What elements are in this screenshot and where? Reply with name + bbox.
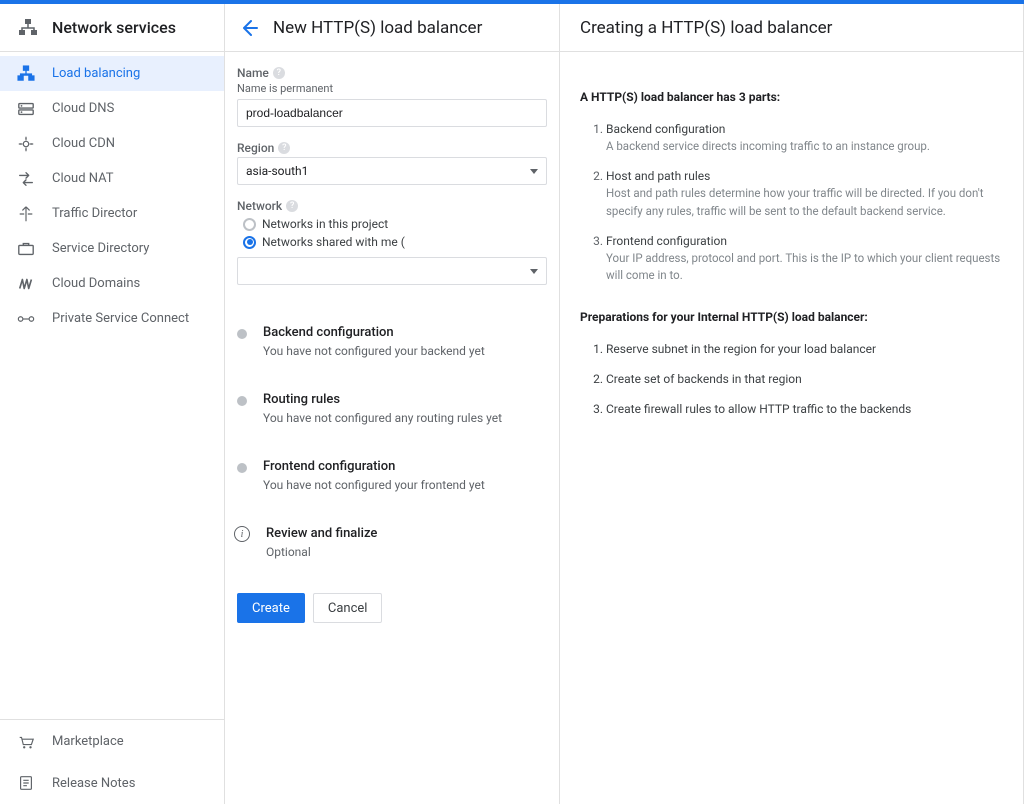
network-services-icon — [18, 18, 38, 38]
step-subtitle: Optional — [266, 545, 377, 559]
release-notes-icon — [16, 773, 36, 793]
name-input[interactable] — [237, 99, 547, 127]
psc-icon — [16, 309, 36, 329]
cancel-button[interactable]: Cancel — [313, 593, 383, 623]
sidebar-item-label: Private Service Connect — [52, 311, 189, 326]
sidebar-item-cloud-cdn[interactable]: Cloud CDN — [0, 126, 224, 161]
main-panel: New HTTP(S) load balancer Name ? Name is… — [225, 4, 560, 804]
sidebar-item-label: Cloud Domains — [52, 276, 140, 291]
load-balancer-icon — [16, 64, 36, 84]
sidebar-nav: Load balancing Cloud DNS Cloud CDN Cloud… — [0, 52, 224, 719]
radio-icon — [243, 218, 256, 231]
create-button[interactable]: Create — [237, 593, 305, 623]
step-title: Frontend configuration — [263, 459, 485, 474]
back-button[interactable] — [237, 16, 261, 40]
sidebar-item-label: Traffic Director — [52, 206, 137, 221]
radio-label: Networks in this project — [262, 217, 388, 231]
info-heading: A HTTP(S) load balancer has 3 parts: — [580, 88, 1003, 106]
network-field-group: Network ? Networks in this project Netwo… — [237, 199, 547, 285]
nat-icon — [16, 169, 36, 189]
step-review[interactable]: i Review and finalize Optional — [237, 526, 547, 559]
sidebar-item-cloud-domains[interactable]: Cloud Domains — [0, 266, 224, 301]
info-body: A HTTP(S) load balancer has 3 parts: Bac… — [560, 52, 1023, 466]
name-sublabel: Name is permanent — [237, 82, 547, 95]
step-subtitle: You have not configured your backend yet — [263, 344, 485, 358]
info-title: Creating a HTTP(S) load balancer — [580, 18, 832, 38]
sidebar-item-label: Cloud DNS — [52, 101, 114, 116]
name-field-group: Name ? Name is permanent — [237, 66, 547, 127]
info-part: Backend configuration A backend service … — [606, 120, 1003, 155]
help-icon[interactable]: ? — [273, 67, 285, 79]
config-steps: Backend configuration You have not confi… — [237, 325, 547, 559]
sidebar-item-load-balancing[interactable]: Load balancing — [0, 56, 224, 91]
step-indicator-icon — [237, 329, 247, 339]
step-title: Routing rules — [263, 392, 502, 407]
info-part: Frontend configuration Your IP address, … — [606, 232, 1003, 285]
radio-icon — [243, 236, 256, 249]
form-body: Name ? Name is permanent Region ? asia-s… — [225, 52, 559, 804]
marketplace-icon — [16, 731, 36, 751]
sidebar-item-label: Service Directory — [52, 241, 149, 256]
name-label: Name ? — [237, 66, 547, 80]
region-value: asia-south1 — [246, 164, 308, 178]
step-indicator-icon — [237, 463, 247, 473]
radio-label: Networks shared with me ( — [262, 235, 405, 249]
step-routing[interactable]: Routing rules You have not configured an… — [237, 392, 547, 425]
info-parts-list: Backend configuration A backend service … — [580, 120, 1003, 284]
sidebar: Network services Load balancing Cloud DN… — [0, 4, 225, 804]
help-icon[interactable]: ? — [286, 200, 298, 212]
sidebar-item-private-service-connect[interactable]: Private Service Connect — [0, 301, 224, 336]
traffic-icon — [16, 204, 36, 224]
network-radio-shared[interactable]: Networks shared with me ( — [237, 233, 547, 251]
sidebar-item-label: Load balancing — [52, 66, 140, 81]
step-subtitle: You have not configured any routing rule… — [263, 411, 502, 425]
info-part: Host and path rules Host and path rules … — [606, 167, 1003, 220]
step-indicator-icon — [237, 396, 247, 406]
prep-item: Reserve subnet in the region for your lo… — [606, 340, 1003, 358]
step-backend[interactable]: Backend configuration You have not confi… — [237, 325, 547, 358]
info-panel: Creating a HTTP(S) load balancer A HTTP(… — [560, 4, 1024, 804]
sidebar-item-traffic-director[interactable]: Traffic Director — [0, 196, 224, 231]
sidebar-header: Network services — [0, 4, 224, 52]
network-radio-project[interactable]: Networks in this project — [237, 215, 547, 233]
button-row: Create Cancel — [237, 593, 547, 623]
step-frontend[interactable]: Frontend configuration You have not conf… — [237, 459, 547, 492]
chevron-down-icon — [530, 269, 538, 274]
sidebar-item-label: Cloud CDN — [52, 136, 115, 151]
cdn-icon — [16, 134, 36, 154]
directory-icon — [16, 239, 36, 259]
sidebar-item-label: Release Notes — [52, 776, 135, 791]
sidebar-item-label: Marketplace — [52, 734, 124, 749]
prep-list: Reserve subnet in the region for your lo… — [580, 340, 1003, 418]
page-title: New HTTP(S) load balancer — [273, 18, 482, 38]
dns-icon — [16, 99, 36, 119]
prep-heading: Preparations for your Internal HTTP(S) l… — [580, 308, 1003, 326]
sidebar-item-cloud-dns[interactable]: Cloud DNS — [0, 91, 224, 126]
step-subtitle: You have not configured your frontend ye… — [263, 478, 485, 492]
sidebar-item-marketplace[interactable]: Marketplace — [0, 720, 224, 762]
chevron-down-icon — [530, 169, 538, 174]
sidebar-item-cloud-nat[interactable]: Cloud NAT — [0, 161, 224, 196]
domains-icon — [16, 274, 36, 294]
step-title: Backend configuration — [263, 325, 485, 340]
region-select[interactable]: asia-south1 — [237, 157, 547, 185]
network-label: Network ? — [237, 199, 547, 213]
help-icon[interactable]: ? — [278, 142, 290, 154]
network-select[interactable] — [237, 257, 547, 285]
prep-item: Create firewall rules to allow HTTP traf… — [606, 400, 1003, 418]
sidebar-footer: Marketplace Release Notes — [0, 719, 224, 804]
region-label: Region ? — [237, 141, 547, 155]
sidebar-item-label: Cloud NAT — [52, 171, 114, 186]
sidebar-title: Network services — [52, 18, 176, 37]
sidebar-item-release-notes[interactable]: Release Notes — [0, 762, 224, 804]
info-header: Creating a HTTP(S) load balancer — [560, 4, 1023, 52]
sidebar-item-service-directory[interactable]: Service Directory — [0, 231, 224, 266]
main-header: New HTTP(S) load balancer — [225, 4, 559, 52]
region-field-group: Region ? asia-south1 — [237, 141, 547, 185]
step-title: Review and finalize — [266, 526, 377, 541]
info-icon: i — [234, 526, 250, 542]
prep-item: Create set of backends in that region — [606, 370, 1003, 388]
